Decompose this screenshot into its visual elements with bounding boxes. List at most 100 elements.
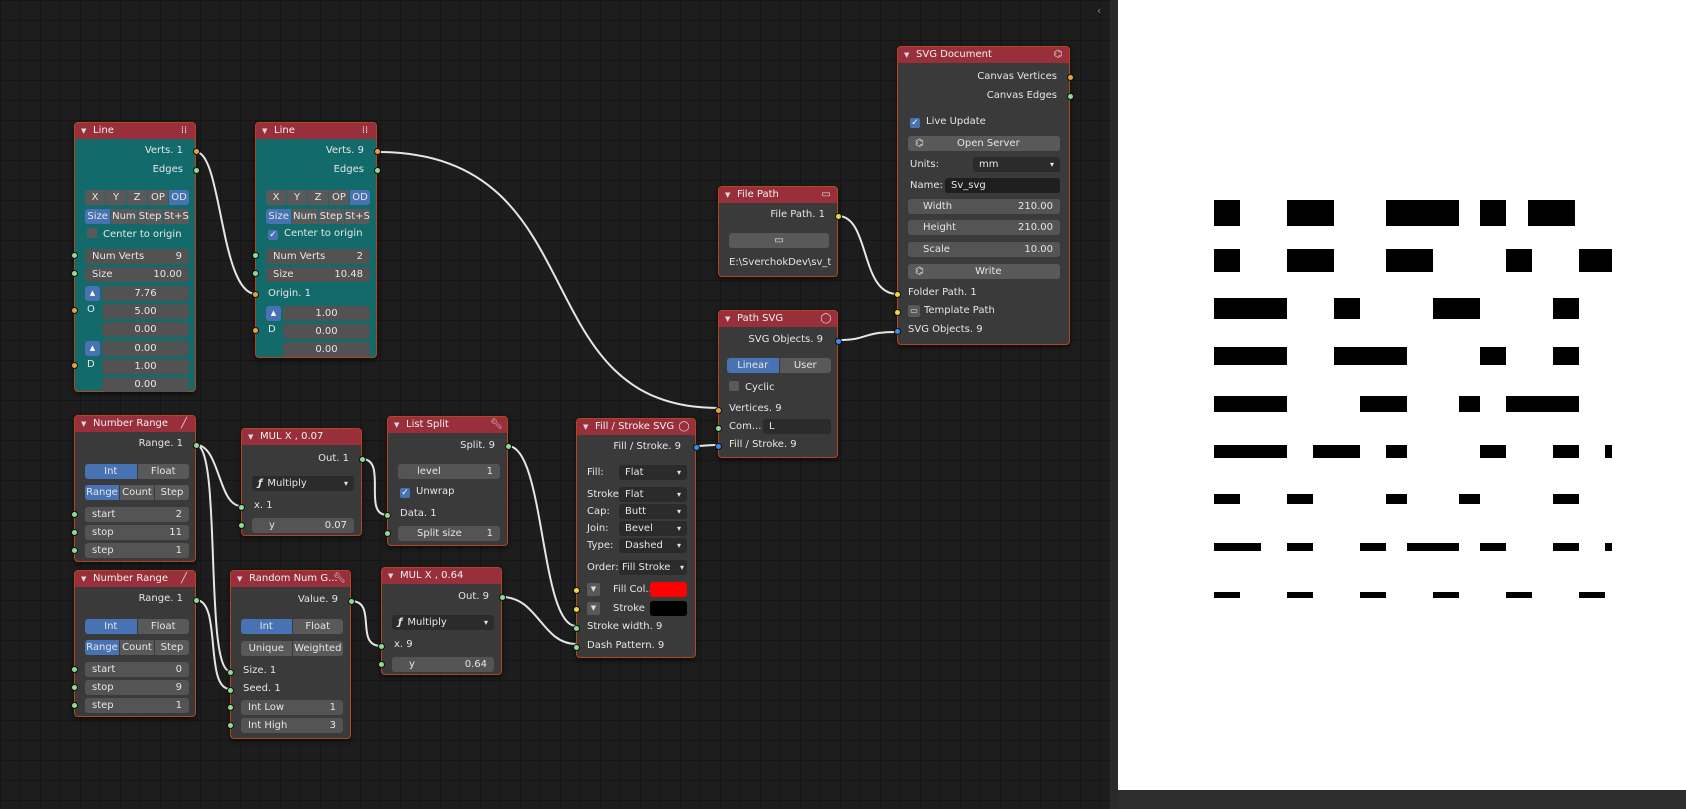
- socket-int-high[interactable]: [227, 722, 234, 729]
- socket-x[interactable]: [238, 504, 245, 511]
- origin-y-field[interactable]: 5.00: [102, 304, 189, 319]
- write-button[interactable]: ⌬ Write: [908, 264, 1060, 279]
- operation-select[interactable]: ƒ Multiply ▾: [392, 615, 494, 630]
- split-size-field[interactable]: Split size 1: [398, 526, 500, 541]
- mode-step-button[interactable]: Step: [155, 640, 189, 655]
- node-header[interactable]: ▼ MUL X , 0.64: [382, 568, 501, 584]
- socket-value[interactable]: [348, 598, 355, 605]
- socket-svg-objects[interactable]: [894, 328, 901, 335]
- type-int-button[interactable]: Int: [85, 464, 137, 479]
- origin-z-field[interactable]: 0.00: [102, 322, 189, 337]
- node-header[interactable]: ▼ Line ⁞⁞: [75, 123, 195, 139]
- units-select[interactable]: mm ▾: [973, 157, 1060, 172]
- socket-range[interactable]: [193, 442, 200, 449]
- direction-z-field[interactable]: 0.00: [102, 377, 189, 392]
- mode-user-button[interactable]: User: [779, 358, 831, 373]
- node-header[interactable]: ▼ Number Range ╱: [75, 571, 195, 587]
- join-select[interactable]: Bevel ▾: [619, 521, 687, 536]
- center-origin-checkbox[interactable]: ✓ Center to origin: [268, 228, 363, 240]
- fill-stroke-node[interactable]: ▼ Fill / Stroke SVG ◯ Fill / Stroke. 9 Fil…: [573, 418, 700, 658]
- center-origin-checkbox[interactable]: Center to origin: [87, 228, 182, 240]
- socket-stop[interactable]: [71, 529, 78, 536]
- direction-x-field[interactable]: 1.00: [283, 306, 370, 321]
- origin-collapse-button[interactable]: ▲: [85, 286, 100, 301]
- size-field[interactable]: Size 10.48: [266, 267, 370, 282]
- stop-field[interactable]: stop 9: [85, 680, 189, 695]
- node-header[interactable]: ▼ SVG Document ⌬: [898, 47, 1069, 63]
- stroke-select[interactable]: Flat ▾: [619, 487, 687, 502]
- direction-y-field[interactable]: 1.00: [102, 359, 189, 374]
- collapse-arrow-icon[interactable]: ▼: [81, 123, 86, 139]
- mode-range-button[interactable]: Range: [85, 640, 119, 655]
- start-field[interactable]: start 2: [85, 507, 189, 522]
- collapse-arrow-icon[interactable]: ▼: [388, 568, 393, 584]
- mode-od-button[interactable]: OD: [169, 190, 189, 205]
- direction-collapse-button[interactable]: ▲: [266, 306, 281, 321]
- list-split-node[interactable]: ▼ List Split 🔧︎ Split. 9 level 1 ✓ Unwrap Da…: [384, 416, 512, 546]
- socket-x[interactable]: [378, 643, 385, 650]
- collapse-arrow-icon[interactable]: ▼: [248, 429, 253, 445]
- size-mode-size[interactable]: Size: [85, 209, 111, 224]
- operation-select[interactable]: ƒ Multiply ▾: [252, 476, 354, 491]
- node-header[interactable]: ▼ List Split 🔧︎: [388, 417, 507, 433]
- socket-edges[interactable]: [193, 167, 200, 174]
- socket-dash-pattern[interactable]: [573, 644, 580, 651]
- mode-z-button[interactable]: Z: [127, 190, 147, 205]
- direction-collapse-button[interactable]: ▲: [85, 341, 100, 356]
- unwrap-checkbox[interactable]: ✓ Unwrap: [400, 486, 454, 498]
- num-verts-field[interactable]: Num Verts 2: [266, 249, 370, 264]
- start-field[interactable]: start 0: [85, 662, 189, 677]
- socket-template-path[interactable]: [894, 309, 901, 316]
- stroke-color-swatch[interactable]: [650, 601, 687, 616]
- collapse-arrow-icon[interactable]: ▼: [904, 47, 909, 63]
- socket-verts[interactable]: [193, 148, 200, 155]
- socket-stroke-color[interactable]: [573, 606, 580, 613]
- mode-x-button[interactable]: X: [266, 190, 286, 205]
- mode-count-button[interactable]: Count: [120, 640, 154, 655]
- node-header[interactable]: ▼ Fill / Stroke SVG ◯: [577, 419, 695, 435]
- socket-step[interactable]: [71, 547, 78, 554]
- size-mode-step[interactable]: Step: [318, 209, 344, 224]
- height-field[interactable]: Height 210.00: [908, 220, 1060, 235]
- fill-color-swatch[interactable]: [650, 582, 687, 597]
- direction-x-field[interactable]: 0.00: [102, 341, 189, 356]
- mode-z-button[interactable]: Z: [308, 190, 328, 205]
- fill-color-toggle-icon[interactable]: ▼: [587, 583, 600, 596]
- size-mode-num[interactable]: Num: [292, 209, 318, 224]
- socket-file-path[interactable]: [835, 213, 842, 220]
- step-field[interactable]: step 1: [85, 543, 189, 558]
- node-header[interactable]: ▼ Random Num G... 🔧︎: [231, 571, 350, 587]
- socket-edges[interactable]: [374, 167, 381, 174]
- sidebar-collapse-icon[interactable]: ‹: [1097, 4, 1101, 17]
- socket-fill-color[interactable]: [573, 587, 580, 594]
- socket-origin[interactable]: [71, 307, 78, 314]
- order-select[interactable]: Fill Stroke ▾: [619, 560, 687, 575]
- socket-out[interactable]: [359, 456, 366, 463]
- socket-split-size[interactable]: [384, 530, 391, 537]
- mode-y-button[interactable]: Y: [287, 190, 307, 205]
- type-float-button[interactable]: Float: [137, 619, 189, 634]
- socket-origin[interactable]: [252, 291, 259, 298]
- svg-document-node[interactable]: ▼ SVG Document ⌬ Canvas Vertices Canvas Ed…: [894, 46, 1074, 345]
- int-low-field[interactable]: Int Low 1: [241, 700, 343, 715]
- collapse-arrow-icon[interactable]: ▼: [725, 187, 730, 203]
- mode-x-button[interactable]: X: [85, 190, 105, 205]
- socket-y[interactable]: [378, 661, 385, 668]
- type-float-button[interactable]: Float: [292, 619, 343, 634]
- collapse-arrow-icon[interactable]: ▼: [81, 416, 86, 432]
- collapse-arrow-icon[interactable]: ▼: [725, 311, 730, 327]
- num-verts-field[interactable]: Num Verts 9: [85, 249, 189, 264]
- socket-stroke-width[interactable]: [573, 625, 580, 632]
- mode-step-button[interactable]: Step: [155, 485, 189, 500]
- stop-field[interactable]: stop 11: [85, 525, 189, 540]
- socket-y[interactable]: [238, 522, 245, 529]
- socket-num-verts[interactable]: [71, 252, 78, 259]
- socket-seed[interactable]: [227, 687, 234, 694]
- collapse-arrow-icon[interactable]: ▼: [583, 419, 588, 435]
- socket-commands[interactable]: [715, 425, 722, 432]
- node-header[interactable]: ▼ MUL X , 0.07: [242, 429, 361, 445]
- int-high-field[interactable]: Int High 3: [241, 718, 343, 733]
- number-range-node-1[interactable]: ▼ Number Range ╱ Range. 1 Int Float Range …: [71, 415, 200, 562]
- fill-select[interactable]: Flat ▾: [619, 465, 687, 480]
- node-header[interactable]: ▼ File Path ▭: [719, 187, 837, 203]
